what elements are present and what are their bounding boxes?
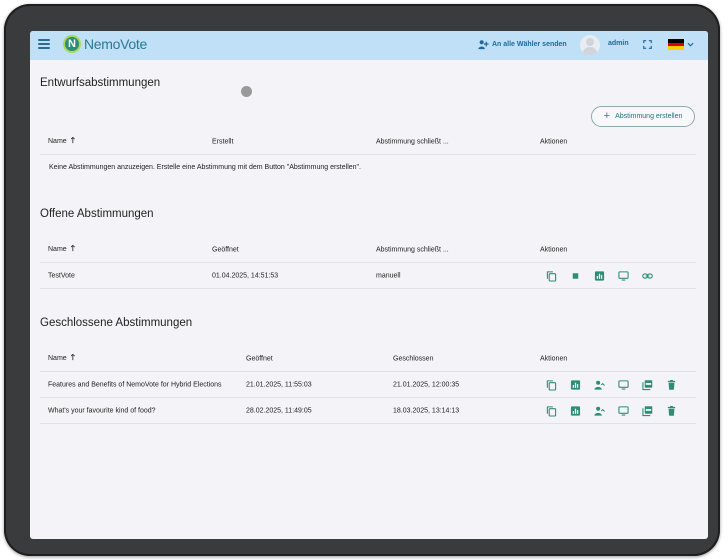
column-header-actions: Aktionen <box>540 246 568 253</box>
table-row[interactable]: What's your favourite kind of food? 28.0… <box>40 398 696 424</box>
logo-text: NemoVote <box>84 36 147 52</box>
results-icon[interactable] <box>570 405 581 416</box>
sort-arrow-icon: 🡑 <box>70 135 75 145</box>
stop-icon[interactable] <box>570 270 581 281</box>
drafts-table: Name 🡑 Erstellt Abstimmung schließt ... A… <box>40 129 696 181</box>
results-icon[interactable] <box>594 270 605 281</box>
empty-row: Keine Abstimmungen anzuzeigen. Erstelle … <box>40 155 696 181</box>
vote-closes: manuell <box>376 272 401 279</box>
delete-icon[interactable] <box>666 379 677 390</box>
copy-icon[interactable] <box>546 379 557 390</box>
voters-icon[interactable] <box>594 405 605 416</box>
copy-icon[interactable] <box>546 405 557 416</box>
vote-opened: 01.04.2025, 14:51:53 <box>212 272 279 279</box>
vote-opened: 21.01.2025, 11:55:03 <box>246 381 312 388</box>
pdf-icon[interactable] <box>642 405 653 416</box>
closed-table: Name 🡑 Geöffnet Geschlossen Aktionen Feat… <box>40 346 696 424</box>
results-icon[interactable] <box>570 379 581 390</box>
vote-name: TestVote <box>48 272 75 279</box>
column-header-actions: Aktionen <box>540 355 568 362</box>
table-row[interactable]: TestVote 01.04.2025, 14:51:53 manuell <box>40 263 696 289</box>
vote-closed: 21.01.2025, 12:00:35 <box>393 381 460 388</box>
column-header-opened[interactable]: Geöffnet <box>212 246 239 253</box>
voters-icon[interactable] <box>594 379 605 390</box>
table-header-row: Name 🡑 Geöffnet Geschlossen Aktionen <box>40 346 696 372</box>
vote-opened: 28.02.2025, 11:49:05 <box>246 407 312 414</box>
column-header-actions: Aktionen <box>540 138 568 145</box>
row-actions <box>546 379 690 390</box>
fullscreen-icon[interactable] <box>643 40 652 49</box>
send-to-all-label: An alle Wähler senden <box>492 41 567 48</box>
row-actions <box>546 405 690 416</box>
logo[interactable]: N NemoVote <box>63 35 147 53</box>
top-bar: N NemoVote An alle Wähler senden admin <box>30 31 708 60</box>
copy-icon[interactable] <box>546 270 557 281</box>
empty-message: Keine Abstimmungen anzuzeigen. Erstelle … <box>49 164 361 171</box>
pointer-cursor <box>241 86 252 97</box>
column-header-opened[interactable]: Geöffnet <box>246 355 273 362</box>
column-header-name[interactable]: Name 🡑 <box>48 243 75 257</box>
table-row[interactable]: Features and Benefits of NemoVote for Hy… <box>40 372 696 398</box>
row-actions <box>546 270 666 281</box>
delete-icon[interactable] <box>666 405 677 416</box>
tablet-frame: N NemoVote An alle Wähler senden admin E… <box>4 4 720 556</box>
table-header-row: Name 🡑 Erstellt Abstimmung schließt ... A… <box>40 129 696 155</box>
open-section-title: Offene Abstimmungen <box>40 208 154 220</box>
presentation-icon[interactable] <box>618 405 629 416</box>
language-selector[interactable] <box>668 39 694 51</box>
closed-section-title: Geschlossene Abstimmungen <box>40 317 193 329</box>
logo-mark: N <box>63 35 81 53</box>
german-flag-icon <box>668 39 684 51</box>
presentation-icon[interactable] <box>618 270 629 281</box>
create-vote-label: Abstimmung erstellen <box>615 113 683 120</box>
create-vote-button[interactable]: + Abstimmung erstellen <box>591 106 695 127</box>
pdf-icon[interactable] <box>642 379 653 390</box>
app-screen: N NemoVote An alle Wähler senden admin E… <box>30 31 708 539</box>
drafts-section-title: Entwurfsabstimmungen <box>40 77 161 89</box>
column-header-closes[interactable]: Abstimmung schließt ... <box>376 246 449 253</box>
sort-arrow-icon: 🡑 <box>70 243 75 253</box>
link-icon[interactable] <box>642 270 653 281</box>
chevron-down-icon <box>687 42 694 47</box>
menu-icon[interactable] <box>38 39 50 51</box>
table-header-row: Name 🡑 Geöffnet Abstimmung schließt ... A… <box>40 237 696 263</box>
vote-name: What's your favourite kind of food? <box>48 407 156 414</box>
vote-closed: 18.03.2025, 13:14:13 <box>393 407 460 414</box>
send-to-all-voters-button[interactable]: An alle Wähler senden <box>478 39 567 50</box>
column-header-closed[interactable]: Geschlossen <box>393 355 433 362</box>
plus-icon: + <box>603 110 611 122</box>
column-header-name[interactable]: Name 🡑 <box>48 135 75 149</box>
column-header-created[interactable]: Erstellt <box>212 138 233 145</box>
user-name[interactable]: admin <box>608 40 629 47</box>
sort-arrow-icon: 🡑 <box>70 352 75 362</box>
presentation-icon[interactable] <box>618 379 629 390</box>
avatar[interactable] <box>580 35 600 55</box>
open-table: Name 🡑 Geöffnet Abstimmung schließt ... A… <box>40 237 696 289</box>
vote-name: Features and Benefits of NemoVote for Hy… <box>48 381 222 388</box>
column-header-name[interactable]: Name 🡑 <box>48 352 75 366</box>
send-voters-icon <box>478 40 489 50</box>
column-header-closes[interactable]: Abstimmung schließt ... <box>376 138 449 145</box>
